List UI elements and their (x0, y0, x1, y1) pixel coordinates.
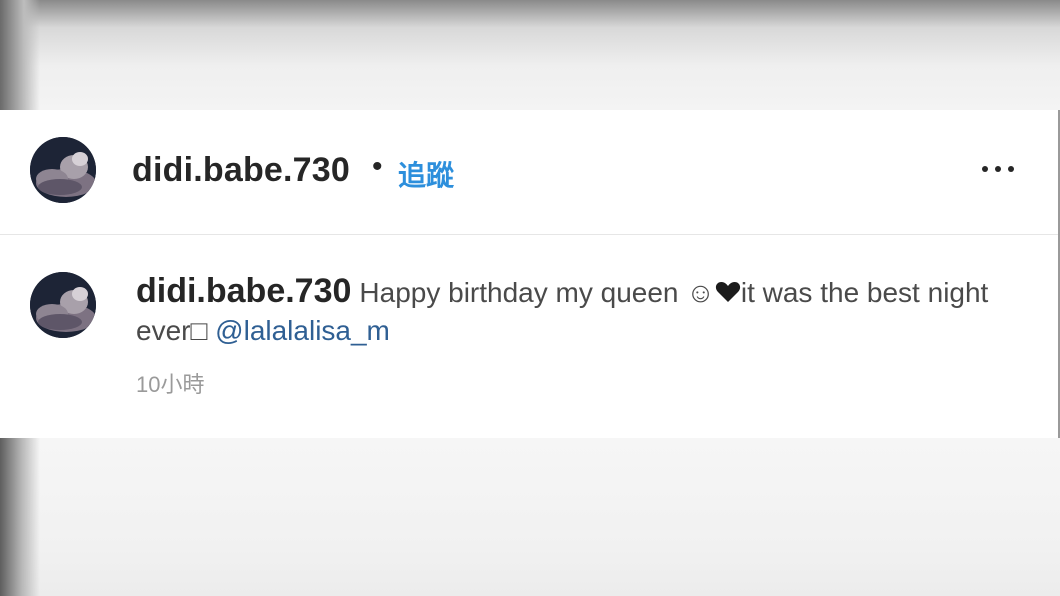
post-username[interactable]: didi.babe.730 (132, 151, 350, 190)
background-blur-bottom (0, 438, 1060, 596)
comment-username[interactable]: didi.babe.730 (136, 272, 351, 310)
more-options-icon[interactable] (978, 153, 1018, 183)
mention-link[interactable]: @lalalalisa_m (215, 315, 390, 346)
cloud-avatar-image (30, 137, 96, 203)
comment-text: didi.babe.730 Happy birthday my queen ☺ it… (136, 272, 1016, 350)
post-card: didi.babe.730 • 追蹤 didi.babe.730 Happy bi… (0, 110, 1060, 438)
background-blur-top (0, 0, 1060, 110)
unknown-glyph: □ (190, 315, 208, 346)
follow-button[interactable]: 追蹤 (398, 154, 454, 194)
cloud-avatar-image (30, 272, 96, 338)
comment-body: Happy birthday my queen ☺ (359, 277, 715, 308)
separator-dot: • (372, 150, 383, 183)
timestamp: 10小時 (136, 372, 205, 397)
avatar[interactable] (30, 137, 96, 203)
post-header: didi.babe.730 • 追蹤 (0, 110, 1058, 235)
comment-avatar[interactable] (30, 272, 96, 338)
black-heart-icon (715, 282, 740, 302)
